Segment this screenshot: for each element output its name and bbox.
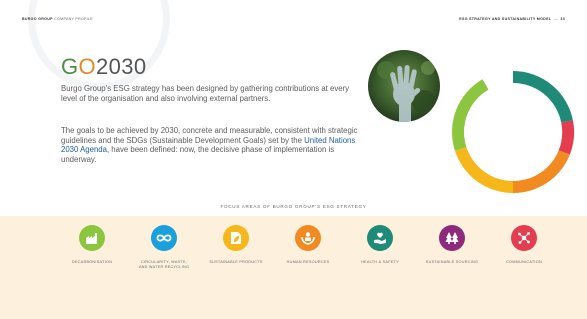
header-brand: BURGO GROUP COMPANY PROFILE (22, 17, 93, 21)
title-year: 2030 (96, 54, 147, 79)
focus-area-label: SUSTAINABLE PRODUCTS (209, 260, 263, 264)
esg-donut-graphic (452, 71, 575, 194)
focus-area-sustainable-products: SUSTAINABLE PRODUCTS (206, 225, 266, 265)
human-resources-badge (295, 225, 321, 251)
focus-area-label: DECARBONISATION (71, 260, 113, 264)
hand-heart-icon (374, 232, 386, 244)
brand-name: BURGO GROUP (22, 17, 53, 21)
goals-paragraph: The goals to be achieved by 2030, concre… (61, 126, 361, 164)
title-go: GO (61, 54, 96, 79)
header-section: ESG STRATEGY AND SUSTAINABILITY MODEL — … (459, 17, 565, 21)
network-icon (518, 232, 530, 244)
factory-icon (86, 233, 97, 244)
donut-segment-teal (513, 71, 573, 123)
focus-area-label: HEALTH & SAFETY (361, 260, 399, 264)
communication-badge (511, 225, 537, 251)
trees-icon (445, 232, 459, 244)
header-separator: — (553, 17, 558, 21)
profile-page: { "header": { "brand": "BURGO GROUP", "b… (0, 0, 587, 319)
page-header: BURGO GROUP COMPANY PROFILE ESG STRATEGY… (22, 17, 565, 21)
people-hands-icon (301, 232, 315, 245)
donut-segment-red (558, 120, 575, 155)
focus-area-decarbonisation: DECARBONISATION (62, 225, 122, 265)
title-go-g: G (61, 54, 79, 79)
focus-area-label: HUMAN RESOURCES (286, 260, 330, 264)
focus-area-health-safety: HEALTH & SAFETY (350, 225, 410, 265)
infinity-icon (156, 234, 172, 242)
focus-area-label: SUSTAINABLE SOURCING (425, 260, 479, 264)
title-go-o: O (78, 54, 97, 79)
donut-segment-yellow (455, 147, 513, 193)
sustainable-products-badge (223, 225, 249, 251)
decarbonisation-badge (79, 225, 105, 251)
sustainable-sourcing-badge (439, 225, 465, 251)
focus-area-communication: COMMUNICATION (494, 225, 554, 265)
brand-suffix: COMPANY PROFILE (54, 17, 93, 21)
page-number: 33 (560, 17, 565, 21)
focus-area-human-resources: HUMAN RESOURCES (278, 225, 338, 265)
donut-segment-green (452, 79, 489, 151)
focus-area-label: CIRCULARITY, WASTE, AND WATER RECYCLING (138, 260, 190, 269)
section-title: ESG STRATEGY AND SUSTAINABILITY MODEL (459, 17, 552, 21)
document-leaf-icon (231, 232, 241, 244)
page-title: GO2030 (61, 54, 147, 80)
health-safety-badge (367, 225, 393, 251)
focus-areas-title: FOCUS AREAS OF BURGO GROUP’S ESG STRATEG… (220, 204, 367, 209)
hand-photo (368, 50, 440, 122)
focus-area-label: COMMUNICATION (506, 260, 542, 264)
intro-paragraph: Burgo Group’s ESG strategy has been desi… (61, 84, 350, 103)
circularity-badge (151, 225, 177, 251)
donut-segment-orange (513, 150, 570, 194)
focus-area-sustainable-sourcing: SUSTAINABLE SOURCING (422, 225, 482, 265)
focus-area-circularity: CIRCULARITY, WASTE, AND WATER RECYCLING (134, 225, 194, 270)
